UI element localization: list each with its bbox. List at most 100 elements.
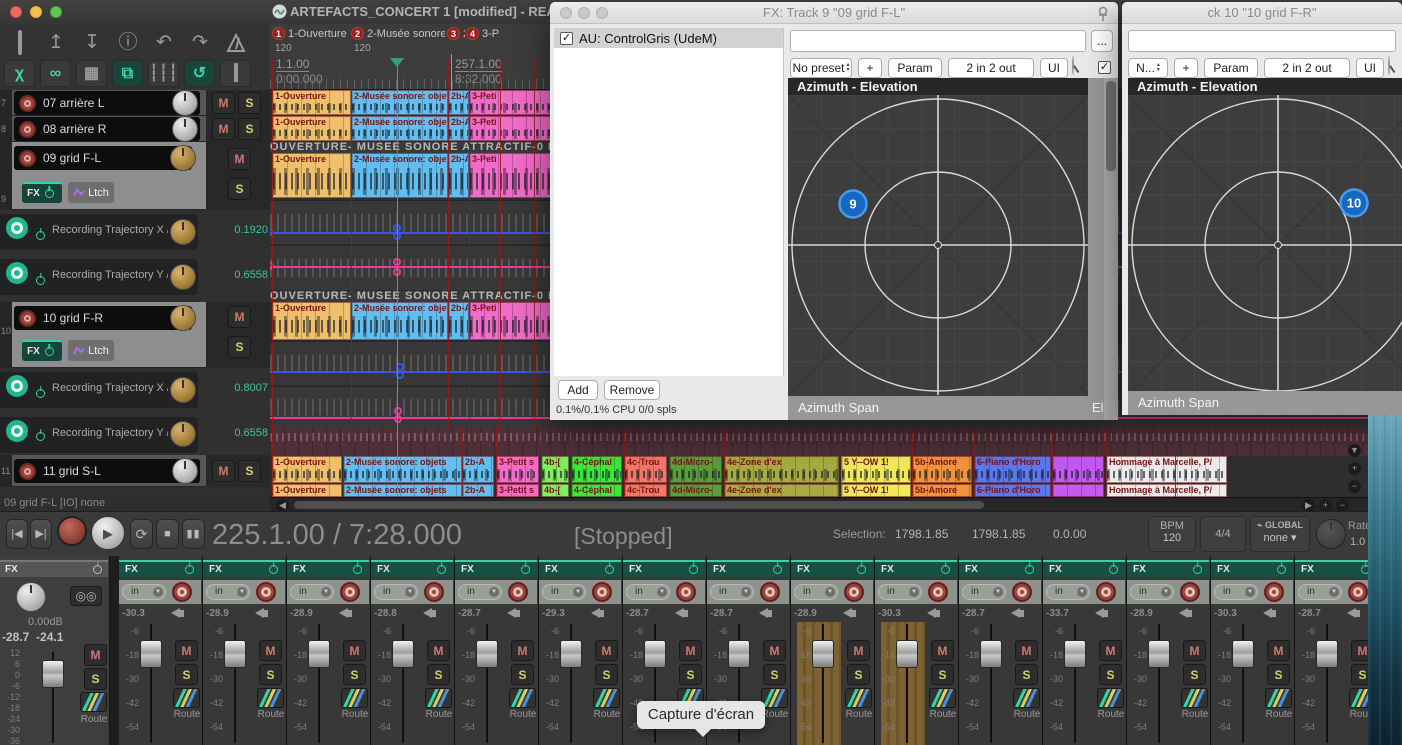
repeat-button[interactable]: ⟳ [130,519,153,549]
solo-button[interactable]: S [228,336,251,358]
envelope-lane-trajectory-y[interactable]: Recording Trajectory Y / ControlG 0.6558 [0,255,270,302]
media-item[interactable]: 2-Musée sonore: objets [351,90,448,115]
scroll-left-button[interactable]: ◀ [276,499,289,511]
master-pan-knob[interactable] [16,582,46,612]
mute-button[interactable]: M [847,640,870,661]
route-button[interactable] [173,688,200,708]
solo-button[interactable]: S [238,460,261,482]
solo-button[interactable]: S [238,92,261,114]
latch-mode-button[interactable]: Ltch [68,340,114,361]
selection-length[interactable]: 0.0.00 [1053,527,1086,541]
input-selector[interactable]: in▼ [122,584,166,600]
media-item[interactable]: 3-Petit s [496,456,539,483]
lock-button[interactable] [220,60,251,87]
volume-fader[interactable] [896,640,918,668]
timeline-marker[interactable]: 11-Ouverture [272,27,348,40]
solo-button[interactable]: S [1015,664,1038,685]
media-item[interactable]: 3-Petit s [496,484,539,497]
track-name[interactable]: 10 grid F-R [43,311,103,325]
mute-button[interactable]: M [595,640,618,661]
param-button[interactable]: Param [1204,58,1258,78]
scroll-right-button[interactable]: ▶ [1302,499,1315,511]
envelope-record-icon[interactable] [6,375,28,397]
record-arm-button[interactable] [1096,582,1116,602]
media-item[interactable]: 4d-Micro- [669,456,722,483]
rate-value[interactable]: 1.0 [1350,536,1365,548]
envelope-power-icon[interactable] [36,276,45,285]
speaker-icon[interactable] [1011,608,1025,619]
route-button[interactable] [1097,688,1124,708]
save-preset-button[interactable]: + [858,58,882,78]
strip-fx-button[interactable]: FX [1211,560,1293,577]
envelope-value-knob[interactable] [170,421,196,447]
envelope-node[interactable] [394,415,402,423]
ui-toggle-button[interactable]: UI [1356,58,1384,78]
redo-icon[interactable]: ↷ [184,30,216,56]
pan-knob[interactable] [172,458,198,484]
route-button[interactable] [1181,688,1208,708]
remove-fx-button[interactable]: Remove [604,380,660,400]
media-item[interactable]: 4e-Zone d'ex [724,484,839,497]
media-item[interactable] [1052,456,1104,483]
envelope-value-knob[interactable] [170,219,196,245]
solo-button[interactable]: S [175,664,198,685]
azimuth-span-label[interactable]: Azimuth Span [798,400,879,415]
solo-button[interactable]: S [343,664,366,685]
track-row-11[interactable]: 11 11 grid S-L M S [0,455,270,487]
input-selector[interactable]: in▼ [458,584,502,600]
master-solo-button[interactable]: S [84,668,107,690]
strip-fx-button[interactable]: FX [1295,560,1368,577]
fx-power-icon[interactable] [605,565,614,574]
vzoom-in-button[interactable]: + [1348,462,1361,475]
fx-enabled-checkbox[interactable]: ✓ [560,32,573,45]
solo-button[interactable]: S [1099,664,1122,685]
master-fader[interactable] [42,660,64,688]
media-item[interactable]: 4c-Trou [624,484,667,497]
record-arm-button[interactable] [508,582,528,602]
envelope-node[interactable] [394,407,402,415]
speaker-icon[interactable] [171,608,185,619]
record-arm-button[interactable] [1012,582,1032,602]
input-selector[interactable]: in▼ [1046,584,1090,600]
envelope-record-icon[interactable] [6,420,28,442]
global-value[interactable]: none ▾ [1251,531,1309,544]
envelope-power-icon[interactable] [36,389,45,398]
zoom-icon[interactable] [596,7,608,19]
bpm-value[interactable]: 120 [1149,532,1195,544]
speaker-icon[interactable] [591,608,605,619]
fx-power-icon[interactable] [269,565,278,574]
zoom-window-button[interactable] [50,6,62,18]
strip-fx-button[interactable]: FX [287,560,369,577]
play-button[interactable]: ▶ [91,516,125,550]
media-item[interactable]: 2b-A [462,456,494,483]
mute-button[interactable]: M [763,640,786,661]
speaker-icon[interactable] [759,608,773,619]
metronome-icon[interactable] [220,30,252,56]
record-arm-button[interactable] [172,582,192,602]
envelope-value-knob[interactable] [170,264,196,290]
volume-fader[interactable] [980,640,1002,668]
fx-power-icon[interactable] [689,565,698,574]
volume-fader[interactable] [644,640,666,668]
record-arm-button[interactable] [676,582,696,602]
solo-button[interactable]: S [1183,664,1206,685]
media-item[interactable]: 2b-A [448,153,469,198]
fx-window-titlebar[interactable]: FX: Track 9 "09 grid F-L" [550,2,1118,24]
mute-button[interactable]: M [343,640,366,661]
media-item[interactable]: 4e-Zone d'ex [724,456,839,483]
speaker-icon[interactable] [1263,608,1277,619]
solo-button[interactable]: S [511,664,534,685]
record-button[interactable] [57,516,87,546]
route-button[interactable] [1013,688,1040,708]
minimize-window-button[interactable] [30,6,42,18]
media-item[interactable]: 1-Ouverture [272,456,342,483]
fx-power-icon[interactable] [941,565,950,574]
input-selector[interactable]: in▼ [542,584,586,600]
route-button[interactable] [341,688,368,708]
route-button[interactable] [257,688,284,708]
fx-power-icon[interactable] [93,565,102,574]
input-selector[interactable]: in▼ [794,584,838,600]
mute-button[interactable]: M [175,640,198,661]
go-to-end-button[interactable]: ▶| [30,519,52,549]
mute-button[interactable]: M [1267,640,1290,661]
